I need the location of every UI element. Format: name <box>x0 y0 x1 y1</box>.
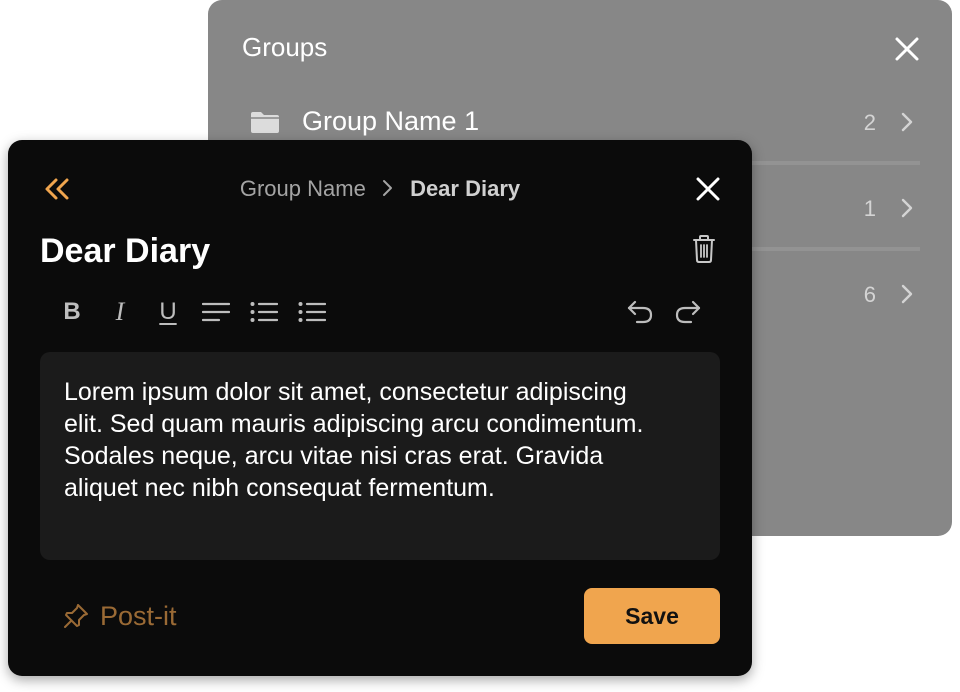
chevron-right-icon <box>382 176 394 202</box>
group-count: 2 <box>863 110 876 135</box>
note-editor-card: Group Name Dear Diary Dear Diary B I U L… <box>8 140 752 676</box>
chevron-right-icon <box>901 112 913 132</box>
group-name: Group Name 1 <box>302 106 480 136</box>
postit-label: Post-it <box>100 600 177 631</box>
breadcrumb: Group Name Dear Diary <box>8 176 752 202</box>
group-count: 6 <box>863 282 876 307</box>
postit-button[interactable]: Post-it <box>62 598 177 634</box>
italic-icon: I <box>115 297 125 326</box>
align-left-icon <box>202 302 230 322</box>
note-body-text: Lorem ipsum dolor sit amet, consectetur … <box>64 378 644 502</box>
undo-button[interactable] <box>624 296 656 328</box>
bold-button[interactable]: B <box>56 296 88 328</box>
chevron-right-icon <box>901 198 913 218</box>
underline-icon: U <box>159 298 177 325</box>
undo-icon <box>627 300 653 324</box>
redo-icon <box>675 300 701 324</box>
groups-title: Groups <box>242 32 328 62</box>
redo-button[interactable] <box>672 296 704 328</box>
italic-button[interactable]: I <box>104 296 136 328</box>
close-icon[interactable] <box>696 177 720 201</box>
list-icon <box>298 302 326 322</box>
group-count: 1 <box>863 196 876 221</box>
chevron-right-icon <box>901 284 913 304</box>
breadcrumb-parent[interactable]: Group Name <box>240 176 366 201</box>
underline-button[interactable]: U <box>152 296 184 328</box>
list-button[interactable] <box>296 296 328 328</box>
bold-icon: B <box>63 298 81 325</box>
align-left-button[interactable] <box>200 296 232 328</box>
note-title[interactable]: Dear Diary <box>40 232 210 271</box>
trash-icon[interactable] <box>692 234 716 264</box>
folder-icon <box>251 112 279 133</box>
bullet-list-button[interactable] <box>248 296 280 328</box>
breadcrumb-current: Dear Diary <box>410 176 521 201</box>
note-body-editor[interactable]: Lorem ipsum dolor sit amet, consectetur … <box>40 352 720 560</box>
save-button[interactable]: Save <box>584 588 720 644</box>
bullet-list-icon <box>250 302 278 322</box>
close-icon[interactable] <box>894 36 920 62</box>
pin-icon <box>64 604 88 628</box>
